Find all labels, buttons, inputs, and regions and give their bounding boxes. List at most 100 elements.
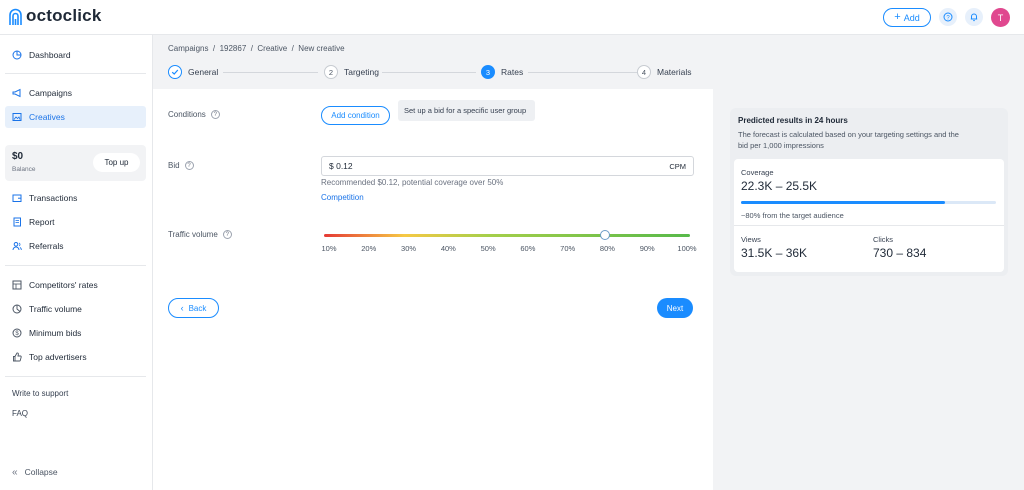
top-up-button[interactable]: Top up (93, 153, 140, 172)
pie-chart-icon (12, 50, 22, 60)
sidebar: Dashboard Campaigns Creatives $0 Balance… (0, 35, 153, 490)
help-icon[interactable]: ? (184, 161, 194, 170)
sidebar-item-label: Competitors' rates (29, 280, 98, 290)
clicks-value: 730 – 834 (873, 246, 927, 260)
users-icon (12, 242, 22, 251)
traffic-slider-track[interactable] (324, 234, 690, 237)
octopus-logo-icon (9, 8, 22, 25)
table-icon (12, 280, 22, 290)
sidebar-item-campaigns[interactable]: Campaigns (5, 82, 146, 104)
sidebar-item-label: Top advertisers (29, 352, 87, 362)
sidebar-item-label: Referrals (29, 241, 64, 251)
add-button-label: Add (903, 12, 920, 23)
sidebar-divider (5, 376, 146, 377)
step-rates[interactable]: 3 Rates (481, 65, 523, 79)
sidebar-item-traffic-volume[interactable]: Traffic volume (5, 298, 146, 320)
sidebar-item-minimum-bids[interactable]: $ Minimum bids (5, 322, 146, 344)
step-general[interactable]: General (168, 65, 218, 79)
sidebar-item-creatives[interactable]: Creatives (5, 106, 146, 128)
logo-text: octoclick (26, 6, 102, 25)
step-connector (223, 72, 318, 73)
write-to-support-link[interactable]: Write to support (12, 389, 68, 398)
pie-icon (12, 304, 22, 314)
slider-tick-label: 50% (480, 244, 496, 253)
collapse-label: Collapse (24, 467, 58, 477)
clicks-label: Clicks (873, 235, 893, 244)
prediction-card: Predicted results in 24 hours The foreca… (730, 108, 1008, 276)
slider-tick-label: 90% (639, 244, 655, 253)
sidebar-item-transactions[interactable]: Transactions (5, 187, 146, 209)
conditions-label: Conditions (168, 110, 206, 119)
traffic-slider-handle[interactable] (600, 230, 611, 240)
breadcrumb[interactable]: Campaigns / 192867 / Creative / New crea… (168, 44, 345, 53)
logo[interactable]: octoclick (8, 6, 102, 26)
step-label: General (188, 67, 219, 77)
bid-label: Bid (168, 161, 180, 170)
balance-amount: $0 (12, 151, 24, 162)
step-connector (528, 72, 637, 73)
step-label: Targeting (344, 67, 379, 77)
step-number: 4 (637, 65, 651, 79)
sidebar-item-referrals[interactable]: Referrals (5, 235, 146, 257)
thumbs-up-icon (13, 352, 22, 362)
help-button[interactable]: ? (939, 8, 957, 26)
slider-tick-label: 80% (599, 244, 615, 253)
sidebar-item-top-advertisers[interactable]: Top advertisers (5, 346, 146, 368)
avatar[interactable]: T (991, 8, 1010, 27)
sidebar-item-dashboard[interactable]: Dashboard (5, 44, 146, 66)
bid-input[interactable]: $ 0.12 CPM (321, 156, 694, 176)
prediction-metrics: Coverage 22.3K – 25.5K ~80% from the tar… (734, 159, 1004, 272)
dollar-icon: $ (12, 328, 22, 338)
add-condition-button[interactable]: Add condition (321, 106, 390, 125)
report-icon (13, 217, 21, 227)
add-button[interactable]: + Add (883, 8, 931, 27)
coverage-value: 22.3K – 25.5K (741, 179, 818, 193)
sidebar-item-label: Transactions (29, 193, 78, 203)
wallet-icon (12, 194, 22, 202)
slider-tick-label: 70% (560, 244, 576, 253)
step-label: Rates (501, 67, 524, 77)
balance-panel: $0 Balance Top up (5, 145, 146, 181)
sidebar-item-label: Minimum bids (29, 328, 82, 338)
slider-tick-label: 30% (401, 244, 417, 253)
faq-link[interactable]: FAQ (12, 409, 28, 418)
slider-tick-label: 20% (361, 244, 377, 253)
collapse-button[interactable]: « Collapse (5, 461, 146, 483)
help-icon[interactable]: ? (210, 110, 220, 119)
step-materials[interactable]: 4 Materials (637, 65, 691, 79)
step-targeting[interactable]: 2 Targeting (324, 65, 379, 79)
slider-tick-label: 10% (321, 244, 337, 253)
bid-row-label: Bid ? (168, 161, 194, 170)
next-button[interactable]: Next (657, 298, 693, 318)
bell-icon (970, 13, 978, 22)
sidebar-item-label: Creatives (29, 112, 65, 122)
sidebar-item-report[interactable]: Report (5, 211, 146, 233)
stepper: General 2 Targeting 3 Rates 4 Materials (168, 65, 698, 81)
traffic-slider-ticks: 10% 20% 30% 40% 50% 60% 70% 80% 90% 100% (321, 244, 697, 254)
sidebar-divider (5, 265, 146, 266)
sidebar-item-label: Dashboard (29, 50, 71, 60)
sidebar-item-competitors-rates[interactable]: Competitors' rates (5, 274, 146, 296)
sidebar-item-label: Report (29, 217, 55, 227)
back-button[interactable]: ‹ Back (168, 298, 219, 318)
help-icon[interactable]: ? (222, 230, 232, 239)
bid-hint: Recommended $0.12, potential coverage ov… (321, 178, 504, 187)
views-value: 31.5K – 36K (741, 246, 808, 260)
competition-link[interactable]: Competition (321, 193, 364, 202)
views-label: Views (741, 235, 761, 244)
image-icon (12, 113, 22, 121)
coverage-bar (741, 201, 996, 204)
megaphone-icon (12, 88, 21, 98)
sidebar-item-label: Traffic volume (29, 304, 82, 314)
step-number: 2 (324, 65, 338, 79)
slider-tick-label: 100% (677, 244, 697, 253)
coverage-note: ~80% from the target audience (741, 211, 844, 220)
notifications-button[interactable] (965, 8, 983, 26)
back-button-label: Back (188, 303, 207, 313)
sidebar-item-label: Campaigns (29, 88, 72, 98)
step-label: Materials (657, 67, 692, 77)
prediction-description: The forecast is calculated based on your… (738, 130, 959, 150)
slider-tick-label: 40% (440, 244, 456, 253)
slider-tick-label: 60% (520, 244, 536, 253)
rates-form: Conditions ? Add condition Set up a bid … (153, 89, 713, 490)
